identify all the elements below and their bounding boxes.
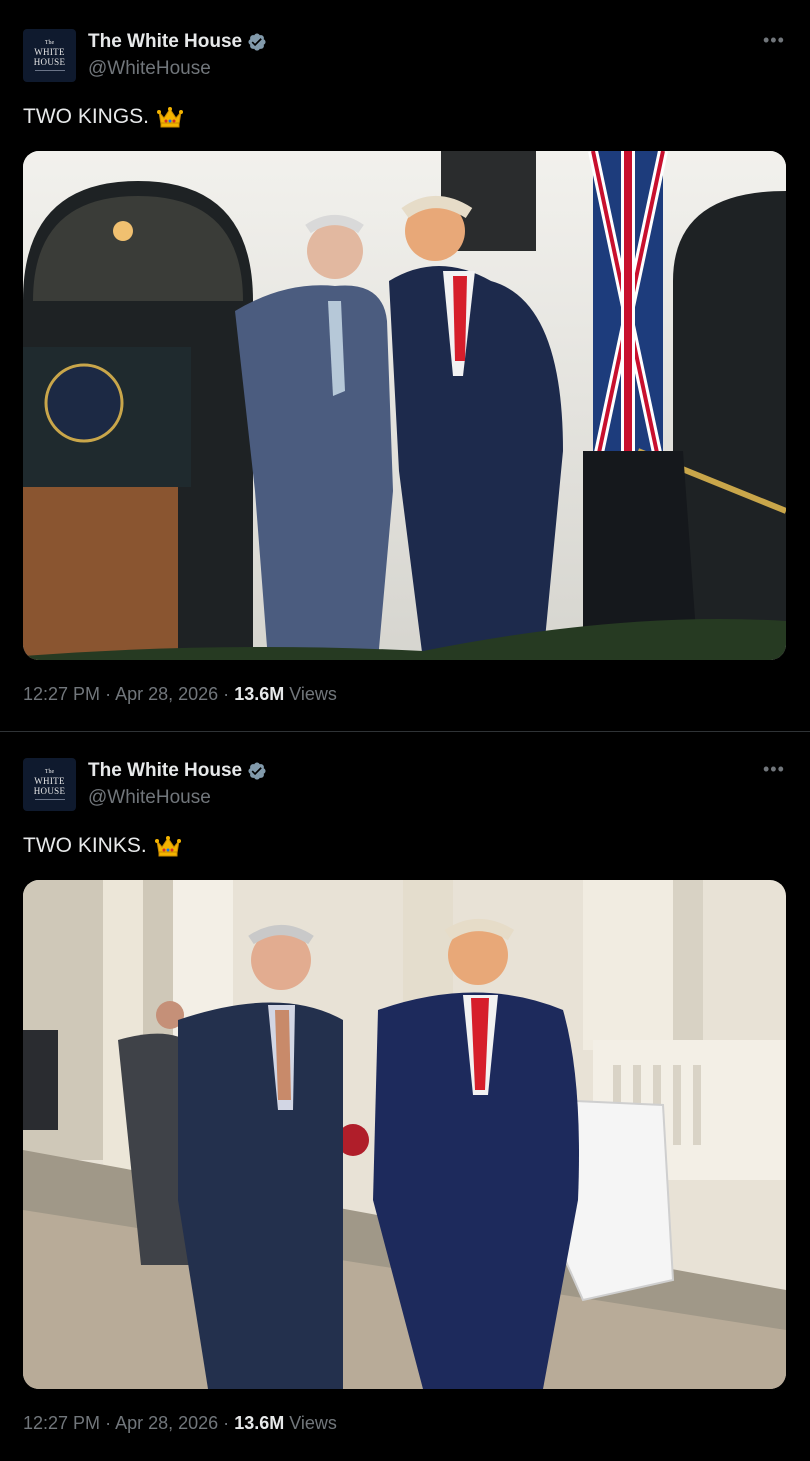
tweet-2[interactable]: The WHITE HOUSE The White House @WhiteHo… — [0, 729, 810, 1461]
verified-badge-icon — [248, 762, 266, 780]
tweet-text: TWO KINGS. — [23, 105, 149, 128]
avatar-text-line: WHITE — [34, 47, 65, 57]
meta-separator: · — [105, 684, 112, 704]
tweet-time[interactable]: 12:27 PM — [23, 684, 100, 704]
avatar-rule — [34, 799, 65, 800]
tweet-meta: 12:27 PM · Apr 28, 2026 · 13.6M Views — [23, 1413, 337, 1434]
tweet-time[interactable]: 12:27 PM — [23, 1413, 100, 1433]
tweet-photo[interactable] — [23, 880, 786, 1389]
tweet-text: TWO KINKS. — [23, 834, 147, 857]
author-handle[interactable]: @WhiteHouse — [88, 787, 211, 809]
tweet-date[interactable]: Apr 28, 2026 — [115, 1413, 218, 1433]
lamp-light — [113, 221, 133, 241]
views-label: Views — [289, 1413, 337, 1433]
author-name-row[interactable]: The White House — [88, 760, 267, 782]
meta-separator: · — [223, 1413, 230, 1433]
avatar-rule — [34, 70, 65, 71]
author-handle[interactable]: @WhiteHouse — [88, 58, 211, 80]
avatar-text-line: HOUSE — [33, 786, 66, 796]
tweet-1[interactable]: The WHITE HOUSE The White House @WhiteHo… — [0, 0, 810, 732]
avatar-text-line: HOUSE — [33, 57, 66, 67]
photo-image — [23, 880, 786, 1389]
avatar[interactable]: The WHITE HOUSE — [23, 29, 76, 82]
avatar-text-line: The — [44, 769, 55, 775]
tweet-photo[interactable] — [23, 151, 786, 660]
tweet-text-row: TWO KINKS. — [23, 834, 181, 858]
tweet-text-row: TWO KINGS. — [23, 105, 183, 129]
verified-badge-icon — [248, 33, 266, 51]
author-name[interactable]: The White House — [88, 760, 242, 782]
avatar-text-line: WHITE — [34, 776, 65, 786]
more-horizontal-icon[interactable]: ••• — [763, 30, 785, 51]
tweet-meta: 12:27 PM · Apr 28, 2026 · 13.6M Views — [23, 684, 337, 705]
crown-emoji — [157, 107, 183, 128]
views-label: Views — [289, 684, 337, 704]
views-count[interactable]: 13.6M — [234, 1413, 284, 1433]
author-name-row[interactable]: The White House — [88, 31, 267, 53]
meta-separator: · — [223, 684, 230, 704]
author-name[interactable]: The White House — [88, 31, 242, 53]
seal-icon — [44, 363, 124, 443]
crown-emoji — [154, 836, 181, 857]
meta-separator: · — [105, 1413, 112, 1433]
tweet-date[interactable]: Apr 28, 2026 — [115, 684, 218, 704]
avatar[interactable]: The WHITE HOUSE — [23, 758, 76, 811]
more-horizontal-icon[interactable]: ••• — [763, 759, 785, 780]
photo-image — [23, 151, 786, 660]
avatar-text-line: The — [44, 40, 55, 46]
views-count[interactable]: 13.6M — [234, 684, 284, 704]
